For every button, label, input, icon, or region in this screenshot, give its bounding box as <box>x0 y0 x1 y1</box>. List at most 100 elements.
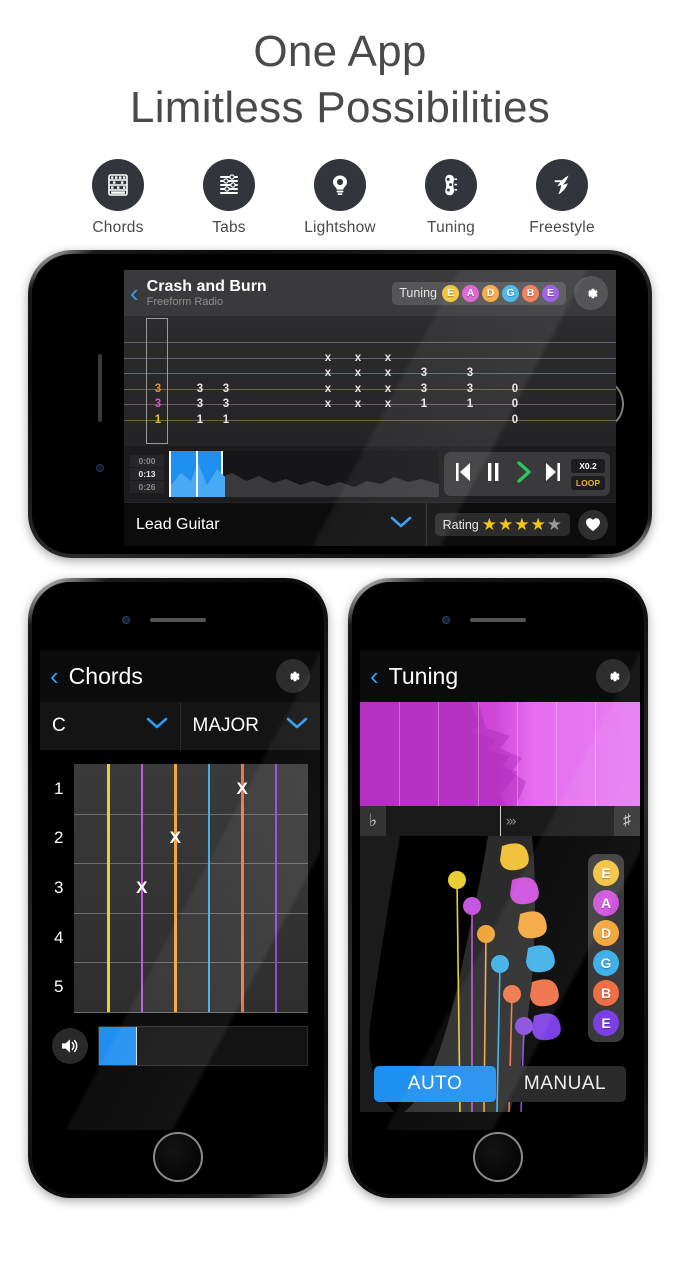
play-button[interactable] <box>509 460 537 489</box>
tab-note[interactable]: x <box>380 367 396 379</box>
back-button[interactable]: ‹ <box>130 280 139 306</box>
key-selector[interactable]: C <box>40 702 180 750</box>
leaf-swoosh-icon <box>536 158 588 211</box>
finger-marker[interactable]: X <box>236 779 247 799</box>
gear-icon[interactable] <box>276 659 310 693</box>
rating-star-5[interactable]: ★ <box>547 516 562 533</box>
tab-note[interactable]: 1 <box>150 414 166 426</box>
tab-lines-icon <box>203 158 255 211</box>
tab-note[interactable]: x <box>320 383 336 395</box>
string-selector[interactable]: EADGBE <box>588 854 624 1042</box>
track-selector[interactable]: Lead Guitar <box>132 503 427 546</box>
tab-note[interactable]: 3 <box>416 383 432 395</box>
mode-auto-button[interactable]: AUTO <box>374 1066 496 1102</box>
tuning-indicator[interactable]: Tuning EADGBE <box>392 281 566 305</box>
front-camera <box>442 616 450 624</box>
tuning-note-5: E <box>542 284 559 302</box>
tab-note[interactable]: 3 <box>218 398 234 410</box>
tab-note[interactable]: 3 <box>218 383 234 395</box>
tab-note[interactable]: 3 <box>462 367 478 379</box>
feature-chords[interactable]: Chords <box>77 158 159 237</box>
tab-note[interactable]: 3 <box>416 367 432 379</box>
tab-note[interactable]: 1 <box>416 398 432 410</box>
tab-note[interactable]: x <box>380 398 396 410</box>
phone-portrait-chords: ‹ Chords C MAJOR 1 2 3 4 5 X X X <box>28 578 328 1198</box>
tab-note[interactable]: 3 <box>462 383 478 395</box>
phone-landscape-tabs: ‹ Crash and Burn Freeform Radio Tuning E… <box>28 250 652 558</box>
tablature-sheet[interactable]: 331331331xxxxxxxxxxxx331331000 <box>124 316 616 446</box>
flat-symbol: ♭ <box>360 806 386 836</box>
feature-freestyle[interactable]: Freestyle <box>521 158 603 237</box>
headline-line-1: One App <box>253 27 427 76</box>
rating-control[interactable]: Rating ★ ★ ★ ★ ★ <box>434 513 570 536</box>
tab-note[interactable]: 1 <box>462 398 478 410</box>
guitar-string-6[interactable] <box>274 764 278 1012</box>
strum-slider[interactable] <box>98 1026 308 1066</box>
home-button[interactable] <box>473 1132 523 1182</box>
feature-tuning[interactable]: Tuning <box>410 158 492 237</box>
front-camera <box>122 616 130 624</box>
rating-star-4[interactable]: ★ <box>531 516 546 533</box>
string-pill-1[interactable]: E <box>593 860 619 886</box>
loop-chip[interactable]: LOOP <box>570 475 605 490</box>
guitar-string-1[interactable] <box>107 764 110 1012</box>
quality-selector[interactable]: MAJOR <box>179 702 321 750</box>
skip-forward-button[interactable] <box>539 460 567 489</box>
speaker-icon[interactable] <box>52 1028 88 1064</box>
tab-note[interactable]: 3 <box>192 383 208 395</box>
tab-note[interactable]: 3 <box>192 398 208 410</box>
back-button[interactable]: ‹ <box>50 663 59 689</box>
gear-icon[interactable] <box>596 659 630 693</box>
guitar-string-3[interactable] <box>174 764 177 1012</box>
tab-string-line-1 <box>124 342 616 343</box>
gear-icon[interactable] <box>574 276 608 310</box>
tab-note[interactable]: 3 <box>150 398 166 410</box>
finger-marker[interactable]: X <box>170 828 181 848</box>
finger-marker[interactable]: X <box>136 878 147 898</box>
tab-note[interactable]: 0 <box>507 414 523 426</box>
pause-button[interactable] <box>479 460 507 489</box>
mode-manual-button[interactable]: MANUAL <box>504 1066 626 1102</box>
tab-note[interactable]: x <box>320 352 336 364</box>
tab-note[interactable]: x <box>320 398 336 410</box>
feature-tabs[interactable]: Tabs <box>188 158 270 237</box>
tab-note[interactable]: 1 <box>218 414 234 426</box>
tab-note[interactable]: 3 <box>150 383 166 395</box>
headstock-visual[interactable]: EADGBE AUTO MANUAL <box>360 836 640 1112</box>
heart-icon[interactable] <box>578 509 608 540</box>
home-button[interactable] <box>153 1132 203 1182</box>
loop-selection[interactable] <box>169 451 225 497</box>
tab-note[interactable]: x <box>350 398 366 410</box>
waveform-scrubber[interactable] <box>169 451 439 497</box>
earpiece-speaker <box>150 618 206 622</box>
tab-note[interactable]: 0 <box>507 398 523 410</box>
string-pill-2[interactable]: A <box>593 890 619 916</box>
guitar-string-5[interactable] <box>241 764 244 1012</box>
skip-back-button[interactable] <box>449 460 477 489</box>
tab-note[interactable]: 0 <box>507 383 523 395</box>
tab-note[interactable]: x <box>380 352 396 364</box>
rating-label: Rating <box>442 517 479 532</box>
lightbulb-icon <box>314 158 366 211</box>
tab-note[interactable]: x <box>350 383 366 395</box>
tab-note[interactable]: 1 <box>192 414 208 426</box>
tab-note[interactable]: x <box>320 367 336 379</box>
chord-fretboard[interactable]: 1 2 3 4 5 X X X <box>54 764 308 1013</box>
string-pill-4[interactable]: G <box>593 950 619 976</box>
rating-star-1[interactable]: ★ <box>482 516 497 533</box>
chords-topbar: ‹ Chords <box>40 650 320 702</box>
tab-note[interactable]: x <box>350 352 366 364</box>
screen-title: Tuning <box>388 662 459 689</box>
tabs-bottom-bar: Lead Guitar Rating ★ ★ ★ ★ ★ <box>124 502 616 546</box>
speed-chip[interactable]: X0.2 <box>570 458 605 473</box>
rating-star-2[interactable]: ★ <box>498 516 513 533</box>
tab-note[interactable]: x <box>380 383 396 395</box>
feature-lightshow[interactable]: Lightshow <box>299 158 381 237</box>
string-pill-3[interactable]: D <box>593 920 619 946</box>
string-pill-5[interactable]: B <box>593 980 619 1006</box>
tab-note[interactable]: x <box>350 367 366 379</box>
string-pill-6[interactable]: E <box>593 1010 619 1036</box>
guitar-string-4[interactable] <box>207 764 211 1012</box>
back-button[interactable]: ‹ <box>370 663 379 689</box>
rating-star-3[interactable]: ★ <box>514 516 529 533</box>
